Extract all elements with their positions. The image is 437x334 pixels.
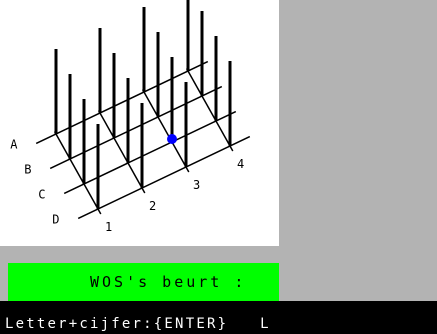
- board-column-line: [53, 131, 102, 215]
- peg-d4[interactable]: [228, 61, 232, 146]
- board-row-line: [35, 60, 209, 145]
- board-pieces: [167, 134, 177, 144]
- peg-b3[interactable]: [156, 32, 160, 117]
- column-label-2: 2: [149, 199, 156, 213]
- peg-d2[interactable]: [140, 103, 144, 188]
- tic-tac-toe-3d-board[interactable]: ABCD 1 2 3 4: [0, 0, 279, 246]
- row-labels: ABCD: [10, 137, 59, 226]
- board-row-line: [77, 135, 251, 220]
- board-row-line: [63, 110, 237, 195]
- turn-status-text: WOS's beurt :: [90, 273, 247, 291]
- board-area: ABCD 1 2 3 4: [0, 0, 279, 246]
- game-screen: ABCD 1 2 3 4 WOS's beurt : Letter+cijfer:{E…: [0, 0, 437, 334]
- row-label-a: A: [10, 137, 18, 151]
- column-label-4: 4: [237, 157, 244, 171]
- peg-a1[interactable]: [54, 49, 58, 134]
- column-label-1: 1: [105, 220, 112, 234]
- peg-b2[interactable]: [112, 53, 116, 138]
- board-row-line: [49, 85, 223, 170]
- row-label-b: B: [24, 162, 31, 176]
- board-column-line: [97, 110, 146, 194]
- column-label-3: 3: [193, 178, 200, 192]
- peg-c3[interactable]: [170, 57, 174, 142]
- peg-a3[interactable]: [142, 7, 146, 92]
- board-column-line: [141, 89, 190, 173]
- input-bar[interactable]: Letter+cijfer:{ENTER} L: [0, 301, 437, 334]
- row-label-d: D: [52, 212, 59, 226]
- input-prompt: Letter+cijfer:{ENTER}: [5, 316, 229, 332]
- peg-d3[interactable]: [184, 82, 188, 167]
- peg-c4[interactable]: [214, 36, 218, 121]
- peg-c2[interactable]: [126, 78, 130, 163]
- peg-b4[interactable]: [200, 11, 204, 96]
- peg-a2[interactable]: [98, 28, 102, 113]
- peg-c1[interactable]: [82, 99, 86, 184]
- peg-b1[interactable]: [68, 74, 72, 159]
- input-line[interactable]: Letter+cijfer:{ENTER} L: [5, 316, 271, 332]
- input-value[interactable]: L: [260, 316, 271, 332]
- peg-d1[interactable]: [96, 124, 100, 209]
- board-column-line: [185, 68, 234, 152]
- peg-a4[interactable]: [186, 0, 190, 71]
- piece-c3: [167, 134, 177, 144]
- row-label-c: C: [38, 187, 45, 201]
- turn-status-bar: WOS's beurt :: [8, 263, 279, 301]
